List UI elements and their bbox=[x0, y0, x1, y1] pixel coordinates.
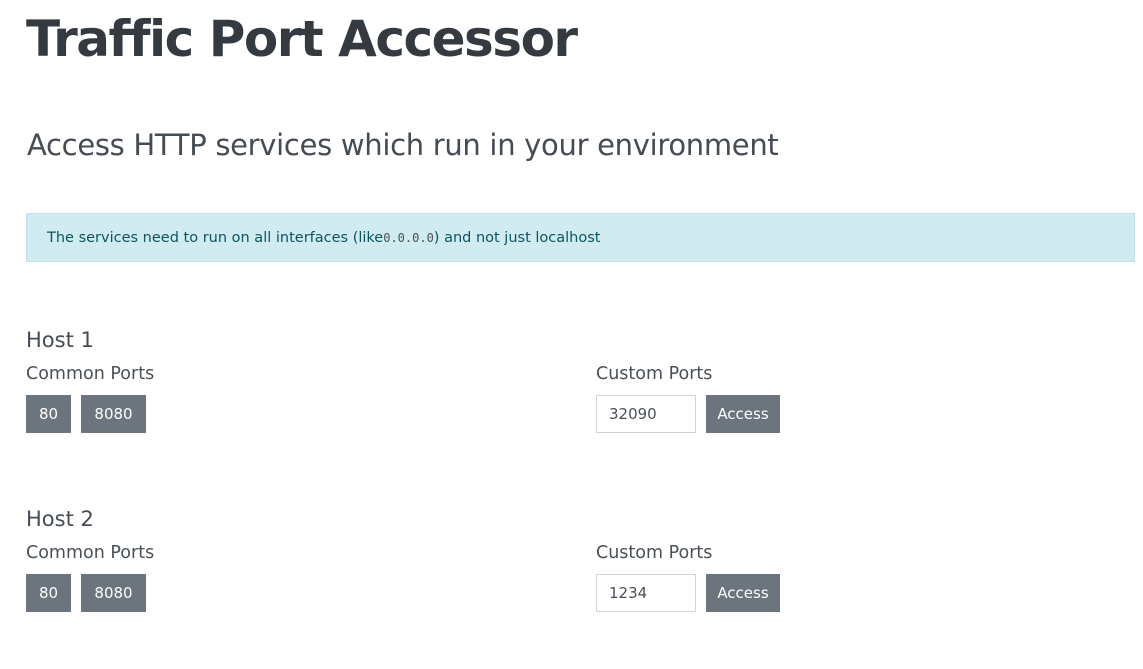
custom-port-input[interactable] bbox=[596, 395, 696, 433]
common-ports-label: Common Ports bbox=[26, 543, 155, 563]
host-title: Host 2 bbox=[26, 507, 94, 531]
page-subtitle: Access HTTP services which run in your e… bbox=[27, 128, 779, 162]
access-button[interactable]: Access bbox=[706, 574, 780, 612]
host-section-2: Host 2 Common Ports 80 8080 Custom Ports… bbox=[26, 507, 1126, 617]
alert-code: 0.0.0.0 bbox=[383, 230, 434, 245]
host-section-1: Host 1 Common Ports 80 8080 Custom Ports… bbox=[26, 328, 1126, 438]
port-80-button[interactable]: 80 bbox=[26, 395, 71, 433]
alert-text-before: The services need to run on all interfac… bbox=[47, 229, 384, 246]
custom-ports-label: Custom Ports bbox=[596, 543, 713, 563]
alert-text-after: ) and not just localhost bbox=[433, 229, 601, 246]
access-button[interactable]: Access bbox=[706, 395, 780, 433]
custom-ports-label: Custom Ports bbox=[596, 364, 713, 384]
page-title: Traffic Port Accessor bbox=[26, 10, 578, 68]
port-8080-button[interactable]: 8080 bbox=[81, 574, 146, 612]
custom-port-input[interactable] bbox=[596, 574, 696, 612]
page: Traffic Port Accessor Access HTTP servic… bbox=[0, 0, 1143, 669]
common-ports-label: Common Ports bbox=[26, 364, 155, 384]
info-alert: The services need to run on all interfac… bbox=[26, 213, 1135, 262]
host-title: Host 1 bbox=[26, 328, 94, 352]
port-80-button[interactable]: 80 bbox=[26, 574, 71, 612]
port-8080-button[interactable]: 8080 bbox=[81, 395, 146, 433]
